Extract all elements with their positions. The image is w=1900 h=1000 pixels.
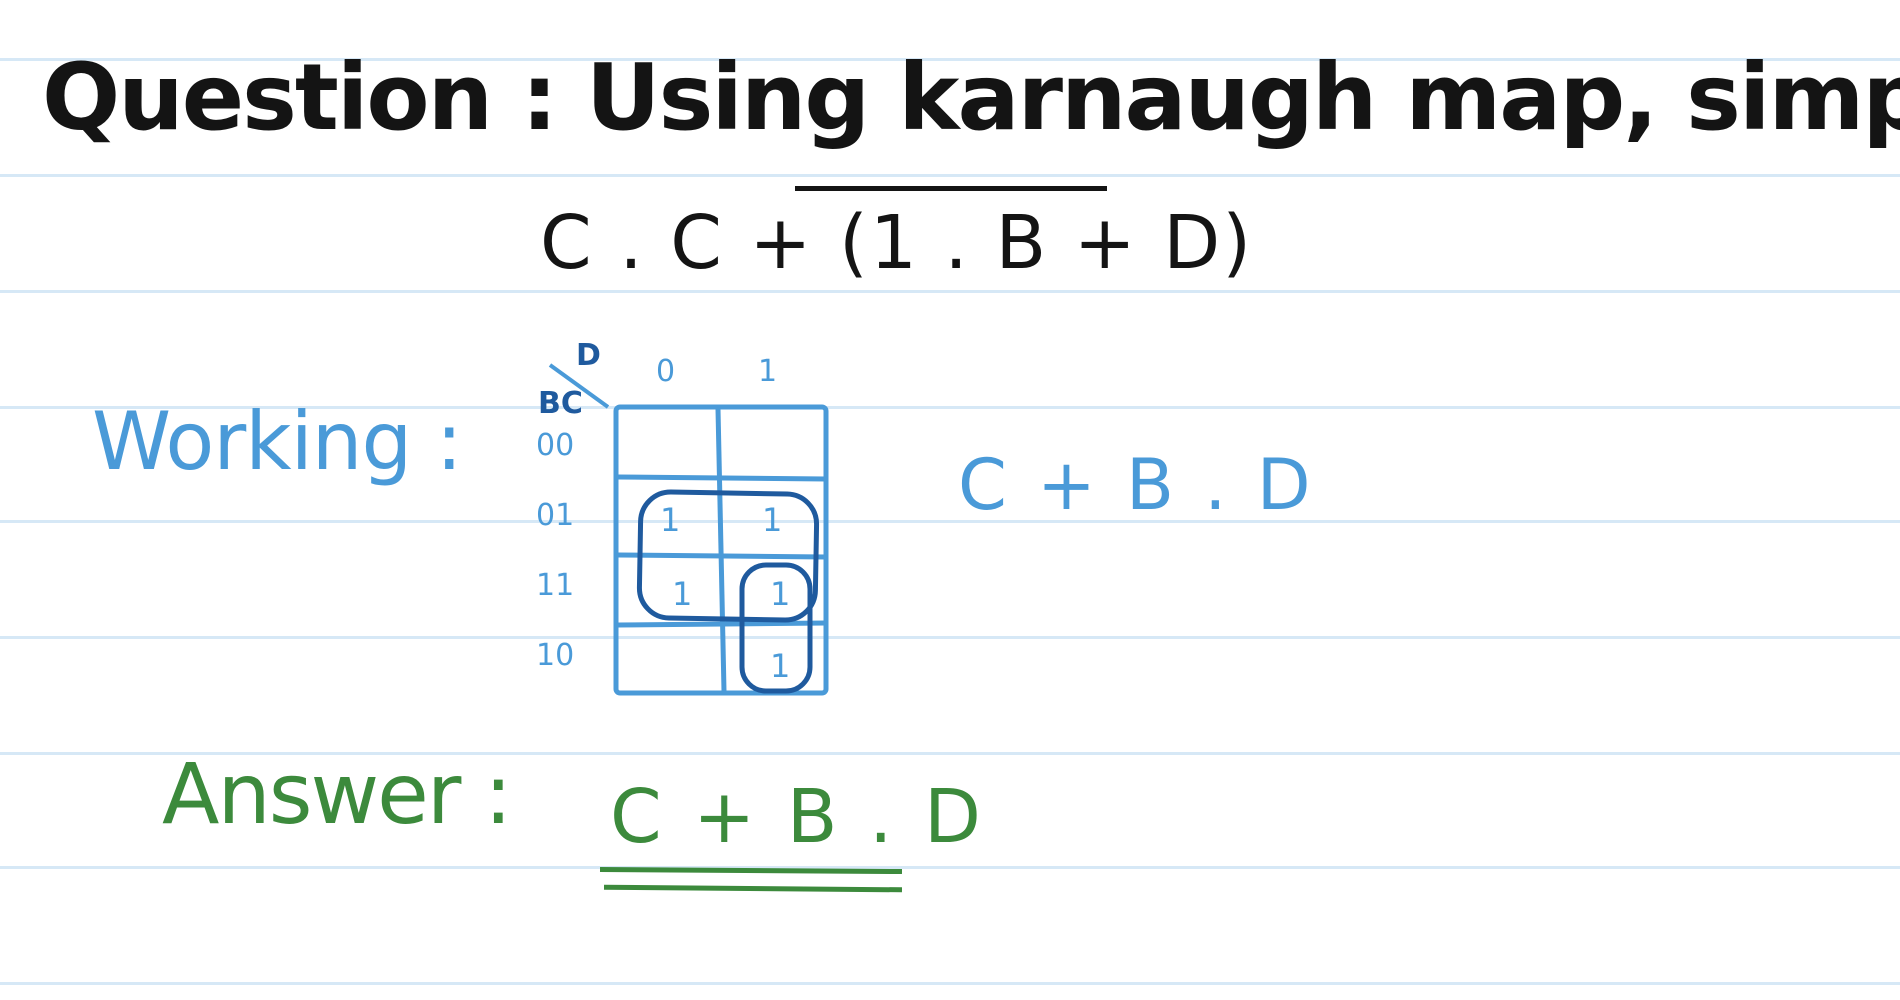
- kmap-row-header: 01: [536, 498, 574, 533]
- kmap-row-variables: BC: [538, 386, 583, 421]
- ruled-line: [0, 174, 1900, 177]
- kmap-cell: 1: [770, 575, 790, 613]
- answer-label: Answer :: [162, 745, 512, 843]
- question-expression: C . C + (1 . B + D): [540, 200, 1254, 286]
- ruled-line: [0, 866, 1900, 869]
- answer-value: C + B . D: [610, 774, 986, 860]
- kmap-row-header: 00: [536, 428, 574, 463]
- kmap-row-header: 11: [536, 568, 574, 603]
- kmap-grid-column-divider: [715, 408, 727, 692]
- ruled-line: [0, 982, 1900, 985]
- kmap-column-header: 0: [656, 354, 675, 389]
- kmap-cell: 1: [762, 501, 782, 539]
- working-label: Working :: [92, 395, 463, 488]
- kmap-row-header: 10: [536, 638, 574, 673]
- ruled-line: [0, 520, 1900, 523]
- kmap-cell: 1: [672, 575, 692, 613]
- expression-overline: [795, 186, 1107, 191]
- kmap-column-header: 1: [758, 354, 777, 389]
- kmap-cell: 1: [660, 501, 680, 539]
- question-heading: Question : Using karnaugh map, simplify …: [42, 44, 1900, 151]
- working-result: C + B . D: [958, 444, 1315, 526]
- ruled-line: [0, 636, 1900, 639]
- kmap-column-variable: D: [576, 338, 601, 373]
- karnaugh-map: D BC 0 1 00 01 11 10 1 1 1 1 1: [520, 325, 860, 725]
- notebook-page: Question : Using karnaugh map, simplify …: [0, 0, 1900, 1000]
- kmap-grid-row-divider: [617, 474, 827, 482]
- karnaugh-map-drawing: D BC 0 1 00 01 11 10 1 1 1 1 1: [536, 338, 829, 696]
- answer-underline: [599, 866, 903, 875]
- answer-underline: [603, 884, 903, 893]
- kmap-grid-row-divider: [617, 552, 827, 560]
- kmap-grid-row-divider: [617, 620, 827, 628]
- kmap-cell: 1: [770, 647, 790, 685]
- ruled-line: [0, 290, 1900, 293]
